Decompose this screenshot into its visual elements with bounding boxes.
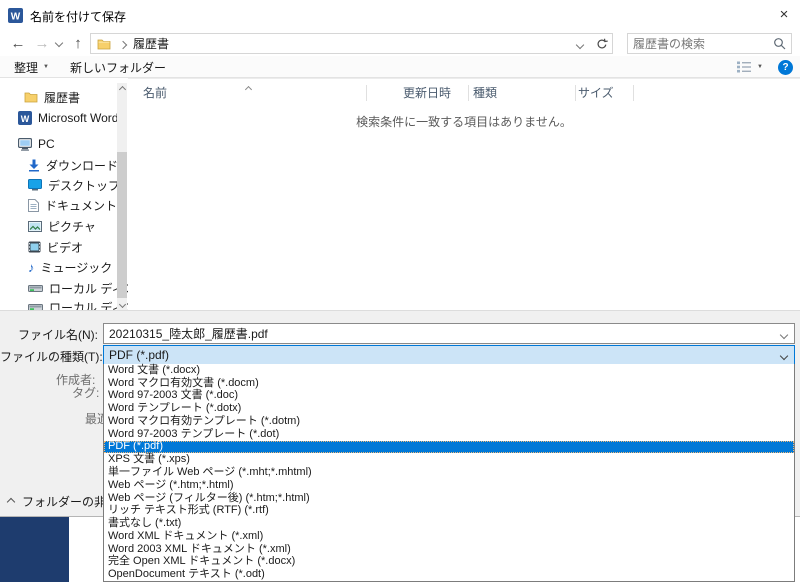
address-dropdown-chevron-icon[interactable] bbox=[577, 37, 583, 51]
file-type-option[interactable]: XPS 文書 (*.xps) bbox=[104, 453, 794, 466]
new-folder-label: 新しいフォルダー bbox=[70, 59, 166, 76]
sidebar-item-label: ドキュメント bbox=[45, 197, 117, 214]
breadcrumb-folder[interactable]: 履歴書 bbox=[133, 35, 169, 52]
file-type-select[interactable]: PDF (*.pdf) bbox=[103, 345, 795, 366]
title-bar: W 名前を付けて保存 × bbox=[0, 0, 800, 30]
column-separator[interactable] bbox=[366, 85, 367, 101]
address-bar[interactable]: 履歴書 bbox=[90, 33, 592, 54]
file-type-option[interactable]: Word XML ドキュメント (*.xml) bbox=[104, 530, 794, 543]
folder-icon bbox=[97, 38, 111, 50]
up-button[interactable]: ↑ bbox=[68, 30, 88, 56]
file-name-input[interactable]: 20210315_陸太郎_履歴書.pdf bbox=[103, 323, 795, 344]
column-header-date-modified[interactable]: 更新日時 bbox=[403, 84, 451, 101]
search-placeholder: 履歴書の検索 bbox=[633, 35, 773, 52]
file-type-option[interactable]: Word マクロ有効テンプレート (*.dotm) bbox=[104, 415, 794, 428]
file-name-label: ファイル名(N): bbox=[0, 326, 98, 343]
file-name-value: 20210315_陸太郎_履歴書.pdf bbox=[104, 325, 781, 342]
close-icon[interactable]: × bbox=[770, 2, 798, 26]
organize-label: 整理 bbox=[14, 59, 38, 76]
file-name-dropdown-chevron-icon[interactable] bbox=[781, 327, 787, 341]
desktop-icon bbox=[28, 179, 42, 191]
search-input[interactable]: 履歴書の検索 bbox=[627, 33, 792, 54]
sidebar-item-pc[interactable]: PC bbox=[0, 134, 135, 154]
scroll-up-chevron-icon[interactable] bbox=[117, 83, 127, 95]
empty-list-message: 検索条件に一致する項目はありません。 bbox=[128, 113, 800, 130]
search-icon bbox=[773, 37, 786, 50]
scrollbar-thumb[interactable] bbox=[117, 152, 127, 298]
file-type-option[interactable]: Word 97-2003 文書 (*.doc) bbox=[104, 390, 794, 403]
refresh-icon bbox=[596, 38, 608, 50]
file-type-option[interactable]: 書式なし (*.txt) bbox=[104, 517, 794, 530]
back-button[interactable]: ← bbox=[8, 30, 28, 56]
refresh-button[interactable] bbox=[591, 33, 613, 54]
collapse-up-chevron-icon bbox=[8, 494, 14, 508]
sidebar-item-label: PC bbox=[38, 137, 55, 151]
pc-icon bbox=[18, 138, 32, 151]
sidebar-item-microsoft-word[interactable]: W Microsoft Word bbox=[0, 108, 135, 128]
download-icon bbox=[28, 159, 40, 172]
pictures-icon bbox=[28, 221, 42, 232]
file-type-dropdown-list: Word 文書 (*.docx) Word マクロ有効文書 (*.docm) W… bbox=[103, 364, 795, 582]
file-type-option[interactable]: OpenDocument テキスト (*.odt) bbox=[104, 568, 794, 581]
command-bar: 整理 ▼ 新しいフォルダー ▼ ? bbox=[0, 56, 800, 78]
file-type-value: PDF (*.pdf) bbox=[104, 348, 781, 362]
breadcrumb-separator-chevron-icon bbox=[120, 37, 126, 51]
sidebar-item-label: ミュージック bbox=[41, 259, 113, 276]
views-button[interactable]: ▼ bbox=[730, 57, 769, 77]
tags-label: タグ: bbox=[72, 384, 99, 401]
scroll-down-chevron-icon[interactable] bbox=[117, 298, 127, 310]
file-type-option[interactable]: 単一ファイル Web ページ (*.mht;*.mhtml) bbox=[104, 466, 794, 479]
column-separator[interactable] bbox=[468, 85, 469, 101]
file-type-option[interactable]: 完全 Open XML ドキュメント (*.docx) bbox=[104, 555, 794, 568]
save-as-dialog: W 名前を付けて保存 × ← → ↑ 履歴書 履歴書の検索 bbox=[0, 0, 800, 582]
forward-button[interactable]: → bbox=[32, 30, 52, 56]
sidebar-item-label: 履歴書 bbox=[44, 89, 80, 106]
file-type-option[interactable]: Word 2003 XML ドキュメント (*.xml) bbox=[104, 543, 794, 556]
column-separator[interactable] bbox=[633, 85, 634, 101]
disk-icon bbox=[28, 283, 43, 294]
svg-text:W: W bbox=[21, 114, 30, 124]
folder-icon bbox=[24, 91, 38, 103]
sidebar-item-label: ダウンロード bbox=[46, 157, 118, 174]
sidebar-item-label: ピクチャ bbox=[48, 218, 96, 235]
file-type-label: ファイルの種類(T): bbox=[0, 348, 98, 365]
document-icon bbox=[28, 199, 39, 212]
desktop-navy-block bbox=[0, 517, 69, 582]
column-header-type[interactable]: 種類 bbox=[473, 84, 497, 101]
column-header-name[interactable]: 名前 bbox=[143, 84, 167, 101]
file-type-option[interactable]: Web ページ (*.htm;*.html) bbox=[104, 479, 794, 492]
column-header-size[interactable]: サイズ bbox=[578, 84, 614, 101]
svg-text:W: W bbox=[11, 12, 21, 23]
sort-ascending-chevron-icon bbox=[246, 81, 251, 95]
sidebar-item-label: Microsoft Word bbox=[38, 111, 118, 125]
file-type-option[interactable]: Web ページ (フィルター後) (*.htm;*.html) bbox=[104, 492, 794, 505]
file-type-option[interactable]: Word マクロ有効文書 (*.docm) bbox=[104, 377, 794, 390]
file-type-option[interactable]: Word 文書 (*.docx) bbox=[104, 364, 794, 377]
navigation-bar: ← → ↑ 履歴書 履歴書の検索 bbox=[0, 30, 800, 56]
list-view-icon bbox=[736, 61, 752, 73]
organize-button[interactable]: 整理 ▼ bbox=[8, 57, 55, 77]
column-separator[interactable] bbox=[575, 85, 576, 101]
sidebar-scrollbar[interactable] bbox=[117, 83, 127, 310]
file-type-option[interactable]: Word テンプレート (*.dotx) bbox=[104, 402, 794, 415]
sidebar-item-label: ビデオ bbox=[47, 239, 83, 256]
sidebar-item-label: デスクトップ bbox=[48, 177, 120, 194]
word-app-icon: W bbox=[8, 8, 23, 23]
views-dropdown-chevron-icon: ▼ bbox=[757, 64, 763, 70]
window-title: 名前を付けて保存 bbox=[30, 8, 126, 25]
recent-locations-chevron-icon[interactable] bbox=[53, 30, 65, 56]
music-icon: ♪ bbox=[28, 261, 35, 274]
file-type-option-selected[interactable]: PDF (*.pdf) bbox=[104, 441, 794, 454]
file-type-dropdown-chevron-icon[interactable] bbox=[781, 348, 787, 362]
help-icon: ? bbox=[778, 60, 793, 75]
organize-dropdown-chevron-icon: ▼ bbox=[43, 64, 49, 70]
file-type-option[interactable]: Word 97-2003 テンプレート (*.dot) bbox=[104, 428, 794, 441]
file-list-area[interactable]: 名前 更新日時 種類 サイズ 検索条件に一致する項目はありません。 bbox=[128, 78, 800, 310]
new-folder-button[interactable]: 新しいフォルダー bbox=[64, 57, 172, 77]
file-type-option[interactable]: リッチ テキスト形式 (RTF) (*.rtf) bbox=[104, 504, 794, 517]
help-button[interactable]: ? bbox=[772, 57, 799, 77]
video-icon bbox=[28, 241, 41, 253]
word-icon: W bbox=[18, 111, 32, 125]
